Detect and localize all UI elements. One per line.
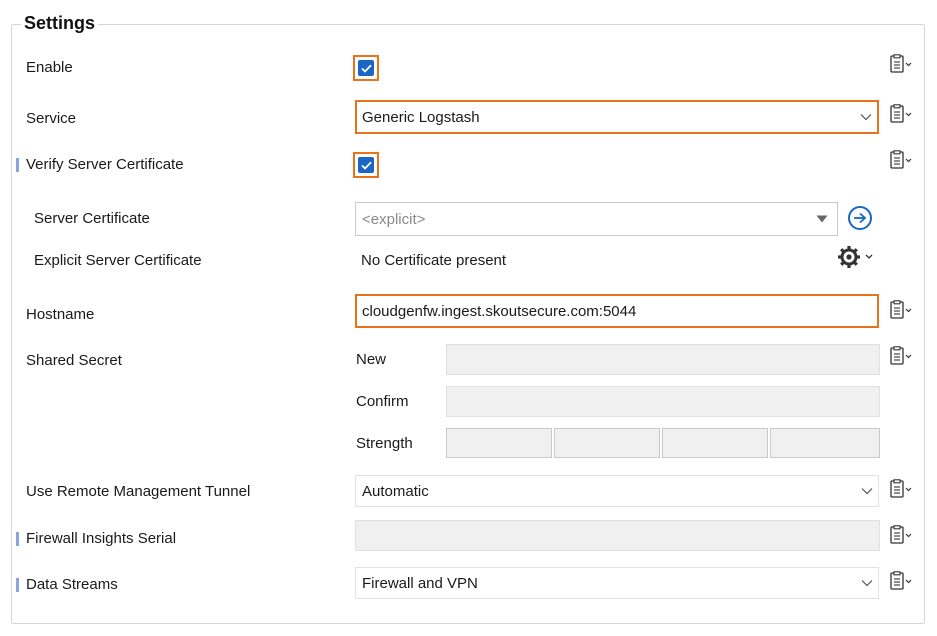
strength-segment [770, 428, 880, 458]
server-certificate-placeholder: <explicit> [362, 210, 426, 228]
setting-marker [16, 532, 19, 546]
hostname-label: Hostname [26, 306, 95, 323]
clipboard-menu-icon [889, 54, 915, 78]
clipboard-menu-icon [889, 300, 915, 324]
clipboard-menu-icon [889, 525, 915, 549]
data-streams-label: Data Streams [26, 576, 118, 593]
checkmark-icon [358, 60, 374, 76]
data-streams-value: Firewall and VPN [362, 574, 478, 592]
hostname-value: cloudgenfw.ingest.skoutsecure.com:5044 [362, 302, 637, 320]
enable-clipboard-menu[interactable] [889, 54, 917, 78]
clipboard-menu-icon [889, 150, 915, 174]
service-clipboard-menu[interactable] [889, 104, 917, 128]
shared-secret-label: Shared Secret [26, 352, 122, 369]
shared-secret-confirm-input[interactable] [446, 386, 880, 417]
service-label: Service [26, 110, 77, 127]
verify-clipboard-menu[interactable] [889, 150, 917, 174]
use-remote-management-tunnel-label: Use Remote Management Tunnel [26, 483, 251, 500]
strength-segment [446, 428, 552, 458]
firewall-insights-serial-label: Firewall Insights Serial [26, 530, 177, 547]
service-select[interactable]: Generic Logstash [355, 100, 879, 134]
chevron-down-icon [855, 102, 877, 132]
shared-secret-confirm-label: Confirm [356, 393, 409, 410]
clipboard-menu-icon [889, 346, 915, 370]
settings-title: Settings [21, 13, 99, 34]
data-streams-clipboard-menu[interactable] [889, 571, 917, 595]
remote-management-tunnel-value: Automatic [362, 482, 429, 500]
serial-clipboard-menu[interactable] [889, 525, 917, 549]
chevron-down-icon [856, 476, 878, 506]
remote-management-tunnel-select[interactable]: Automatic [355, 475, 879, 507]
server-certificate-label: Server Certificate [34, 210, 150, 227]
setting-marker [16, 578, 19, 592]
strength-segment [662, 428, 768, 458]
hostname-clipboard-menu[interactable] [889, 300, 917, 324]
certificate-gear-menu[interactable] [837, 245, 879, 273]
setting-marker [16, 158, 19, 172]
shared-secret-strength-label: Strength [356, 435, 413, 452]
explicit-server-certificate-label: Explicit Server Certificate [34, 252, 202, 269]
verify-server-certificate-label: Verify Server Certificate [26, 156, 184, 173]
circle-arrow-right-icon[interactable] [848, 206, 872, 230]
shared-secret-clipboard-menu[interactable] [889, 346, 917, 370]
strength-segment [554, 428, 660, 458]
checkmark-icon [358, 157, 374, 173]
verify-server-certificate-checkbox[interactable] [353, 152, 379, 178]
tunnel-clipboard-menu[interactable] [889, 479, 917, 503]
enable-label: Enable [26, 59, 73, 76]
firewall-insights-serial-input[interactable] [355, 520, 880, 551]
clipboard-menu-icon [889, 104, 915, 128]
triangle-down-icon [807, 203, 837, 235]
shared-secret-new-label: New [356, 351, 387, 368]
clipboard-menu-icon [889, 479, 915, 503]
hostname-input[interactable]: cloudgenfw.ingest.skoutsecure.com:5044 [355, 294, 879, 328]
enable-checkbox[interactable] [353, 55, 379, 81]
gear-icon [837, 245, 877, 273]
data-streams-select[interactable]: Firewall and VPN [355, 567, 879, 599]
service-value: Generic Logstash [362, 108, 480, 126]
shared-secret-new-input[interactable] [446, 344, 880, 375]
clipboard-menu-icon [889, 571, 915, 595]
server-certificate-select[interactable]: <explicit> [355, 202, 838, 236]
chevron-down-icon [856, 568, 878, 598]
explicit-server-certificate-value: No Certificate present [361, 252, 507, 269]
